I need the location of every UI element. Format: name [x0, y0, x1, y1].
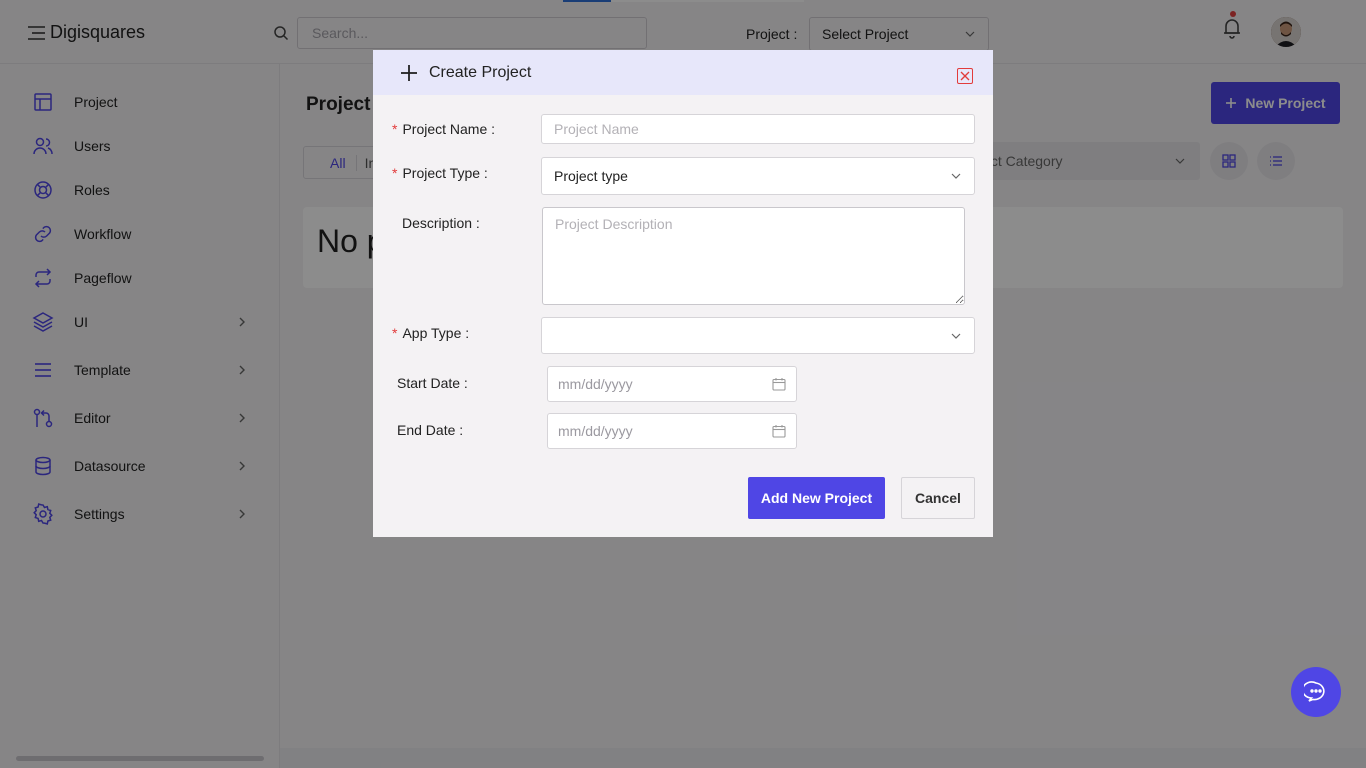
description-label-text: Description: [402, 215, 473, 231]
close-button[interactable]: [957, 68, 973, 84]
project-type-label-text: Project Type: [402, 165, 481, 181]
start-date-label-text: Start Date: [397, 375, 461, 391]
app-type-label: * App Type :: [392, 325, 470, 341]
start-date-placeholder: mm/dd/yyyy: [558, 376, 633, 392]
modal-header: Create Project: [373, 50, 993, 95]
end-date-label: End Date :: [397, 422, 464, 438]
start-date-label: Start Date :: [397, 375, 468, 391]
end-date-placeholder: mm/dd/yyyy: [558, 423, 633, 439]
description-label: Description :: [402, 215, 480, 231]
project-name-input[interactable]: [541, 114, 975, 144]
calendar-icon[interactable]: [772, 424, 786, 438]
required-marker: *: [392, 165, 398, 181]
chat-button[interactable]: [1291, 667, 1341, 717]
project-type-select[interactable]: Project type: [541, 157, 975, 195]
chat-bubble-icon: [1304, 681, 1325, 702]
project-type-label: * Project Type :: [392, 165, 488, 181]
modal-title: Create Project: [429, 64, 532, 81]
required-marker: *: [392, 325, 398, 341]
cancel-button[interactable]: Cancel: [901, 477, 975, 519]
start-date-input[interactable]: mm/dd/yyyy: [547, 366, 797, 402]
project-type-value: Project type: [554, 168, 628, 184]
close-icon: [960, 71, 970, 81]
app-type-select[interactable]: [541, 317, 975, 354]
description-textarea[interactable]: [542, 207, 965, 305]
chevron-down-icon: [951, 173, 961, 179]
end-date-input[interactable]: mm/dd/yyyy: [547, 413, 797, 449]
add-new-project-button[interactable]: Add New Project: [748, 477, 885, 519]
create-project-modal: Create Project *Project Name : *Project …: [373, 50, 993, 537]
required-marker: *: [392, 121, 398, 137]
app-type-label-text: App Type: [402, 325, 462, 341]
plus-icon: [401, 65, 417, 81]
project-name-label-text: Project Name: [402, 121, 488, 137]
end-date-label-text: End Date: [397, 422, 456, 438]
project-name-label: * Project Name :: [392, 121, 496, 137]
chevron-down-icon: [951, 333, 961, 339]
calendar-icon[interactable]: [772, 377, 786, 391]
